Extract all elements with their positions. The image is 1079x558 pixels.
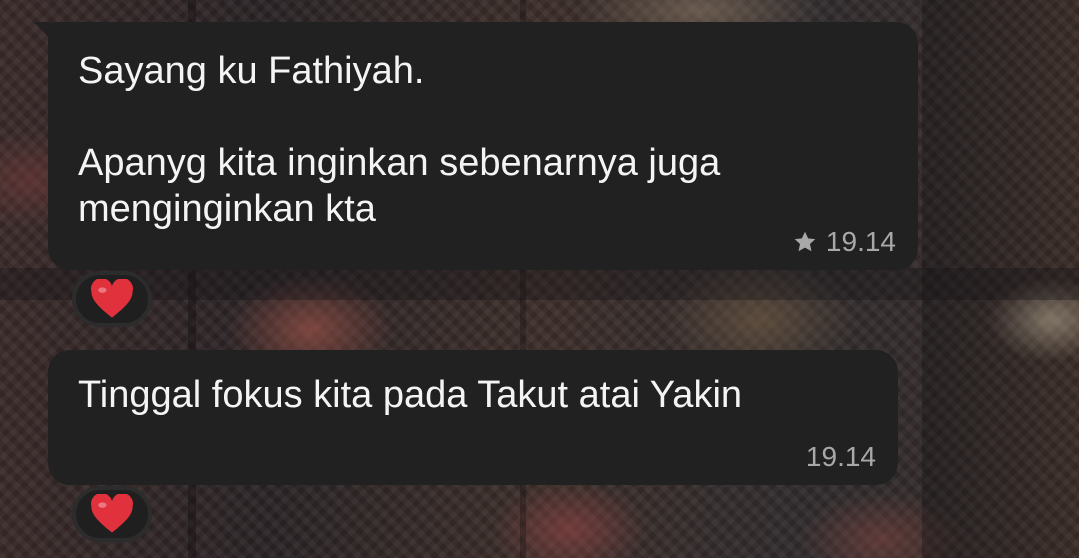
message-meta: 19.14: [806, 441, 876, 473]
message-time: 19.14: [805, 441, 876, 472]
message-time: 19.14: [825, 226, 896, 257]
heart-icon: [91, 279, 133, 318]
reaction-badge[interactable]: [72, 486, 152, 542]
reaction-badge[interactable]: [72, 271, 152, 327]
message-bubble[interactable]: Sayang ku Fathiyah. Apanyg kita inginkan…: [34, 22, 918, 270]
message-text: Sayang ku Fathiyah. Apanyg kita inginkan…: [78, 50, 721, 230]
heart-icon: [91, 494, 133, 533]
message-meta: 19.14: [792, 226, 896, 258]
message-text: Tinggal fokus kita pada Takut atai Yakin: [78, 374, 743, 416]
star-icon: [794, 231, 816, 252]
message-bubble[interactable]: Tinggal fokus kita pada Takut atai Yakin…: [48, 350, 898, 485]
